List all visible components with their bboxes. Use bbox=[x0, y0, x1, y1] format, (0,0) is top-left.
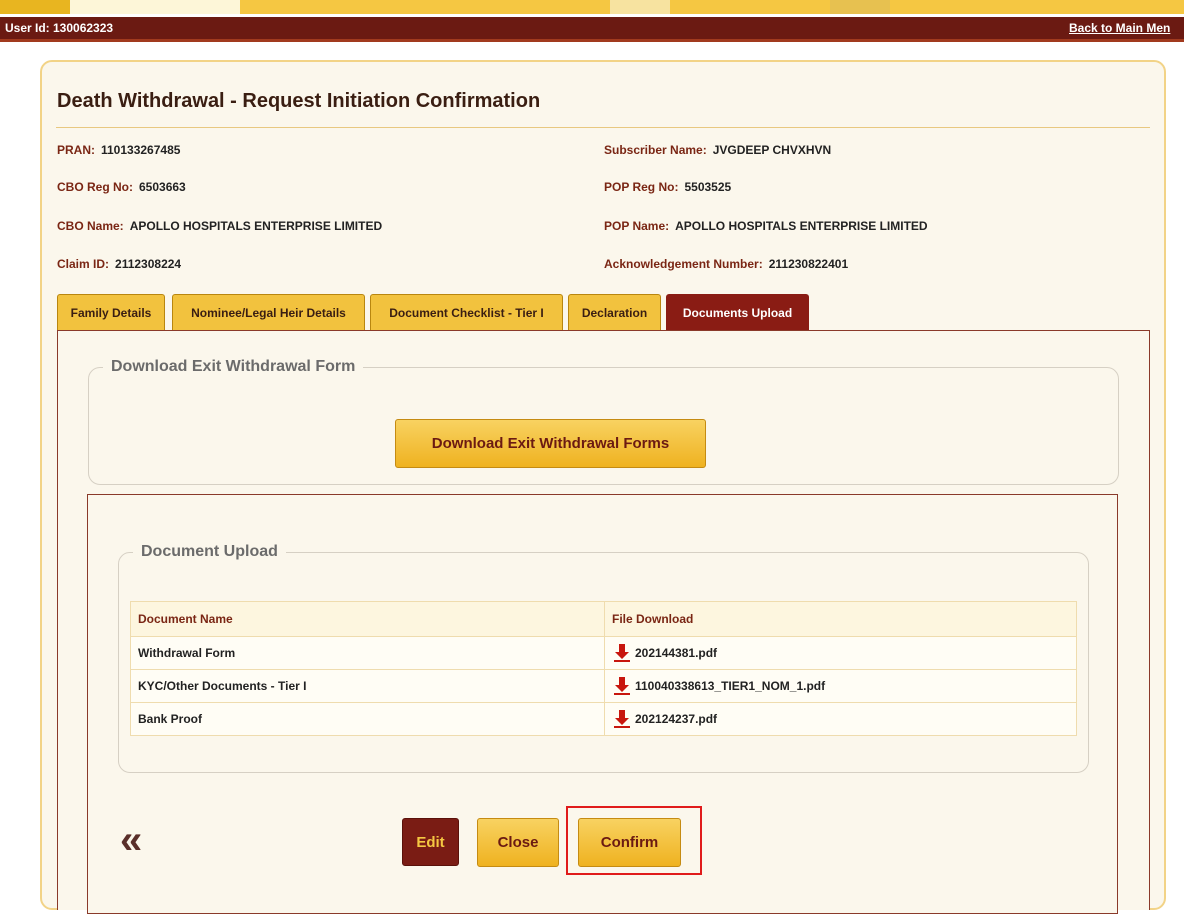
table-row: KYC/Other Documents - Tier I 11004033861… bbox=[130, 669, 1077, 703]
user-id-label: User Id: 130062323 bbox=[5, 21, 114, 35]
subscriber-name-field: Subscriber Name: JVGDEEP CHVXHVN bbox=[604, 143, 831, 157]
tab-family-details[interactable]: Family Details bbox=[57, 294, 165, 330]
cbo-reg-value: 6503663 bbox=[139, 180, 186, 194]
pop-name-value: APOLLO HOSPITALS ENTERPRISE LIMITED bbox=[675, 219, 928, 233]
file-download-cell: 202144381.pdf bbox=[604, 636, 1077, 670]
claim-id-field: Claim ID: 2112308224 bbox=[57, 257, 181, 271]
cbo-reg-label: CBO Reg No: bbox=[57, 180, 133, 194]
pop-reg-field: POP Reg No: 5503525 bbox=[604, 180, 731, 194]
file-download-cell: 110040338613_TIER1_NOM_1.pdf bbox=[604, 669, 1077, 703]
column-header-document-name: Document Name bbox=[130, 601, 605, 637]
document-upload-legend: Document Upload bbox=[141, 543, 278, 560]
pran-field: PRAN: 110133267485 bbox=[57, 143, 180, 157]
confirm-highlight-box bbox=[566, 806, 702, 875]
pop-name-field: POP Name: APOLLO HOSPITALS ENTERPRISE LIM… bbox=[604, 219, 928, 233]
pran-label: PRAN: bbox=[57, 143, 95, 157]
download-form-legend: Download Exit Withdrawal Form bbox=[111, 358, 356, 375]
pop-reg-value: 5503525 bbox=[684, 180, 732, 194]
table-row: Withdrawal Form 202144381.pdf bbox=[130, 636, 1077, 670]
user-bar: User Id: 130062323 Back to Main Men bbox=[0, 17, 1184, 39]
file-name: 202144381.pdf bbox=[635, 646, 718, 660]
file-name: 110040338613_TIER1_NOM_1.pdf bbox=[635, 679, 826, 693]
claim-id-value: 2112308224 bbox=[115, 257, 182, 271]
back-to-main-menu-link[interactable]: Back to Main Men bbox=[1069, 21, 1170, 35]
file-download-link[interactable]: 110040338613_TIER1_NOM_1.pdf bbox=[611, 676, 1069, 696]
column-header-file-download: File Download bbox=[604, 601, 1077, 637]
ack-number-label: Acknowledgement Number: bbox=[604, 257, 763, 271]
document-name-cell: Bank Proof bbox=[130, 702, 605, 736]
banner-segment bbox=[610, 0, 670, 14]
download-pdf-icon bbox=[614, 710, 630, 728]
document-name-cell: Withdrawal Form bbox=[130, 636, 605, 670]
tab-document-checklist-tier-i[interactable]: Document Checklist - Tier I bbox=[370, 294, 563, 330]
file-download-link[interactable]: 202144381.pdf bbox=[611, 643, 1069, 663]
ack-number-value: 211230822401 bbox=[768, 257, 849, 271]
divider bbox=[0, 39, 1184, 42]
banner-segment bbox=[0, 0, 70, 14]
top-banner-strip bbox=[0, 0, 1184, 14]
pop-reg-label: POP Reg No: bbox=[604, 180, 679, 194]
download-exit-withdrawal-forms-button[interactable]: Download Exit Withdrawal Forms bbox=[395, 419, 706, 468]
banner-segment bbox=[240, 0, 1184, 14]
download-pdf-icon bbox=[614, 677, 630, 695]
file-download-cell: 202124237.pdf bbox=[604, 702, 1077, 736]
document-table: Document Name File Download Withdrawal F… bbox=[130, 601, 1077, 736]
banner-segment bbox=[830, 0, 890, 14]
banner-segment bbox=[70, 0, 240, 14]
tab-declaration[interactable]: Declaration bbox=[568, 294, 661, 330]
pop-name-label: POP Name: bbox=[604, 219, 670, 233]
table-header-row: Document Name File Download bbox=[130, 601, 1077, 637]
edit-button[interactable]: Edit bbox=[402, 818, 459, 866]
cbo-name-field: CBO Name: APOLLO HOSPITALS ENTERPRISE LIM… bbox=[57, 219, 382, 233]
document-name-cell: KYC/Other Documents - Tier I bbox=[130, 669, 605, 703]
pran-value: 110133267485 bbox=[101, 143, 181, 157]
subscriber-name-label: Subscriber Name: bbox=[604, 143, 707, 157]
cbo-reg-field: CBO Reg No: 6503663 bbox=[57, 180, 186, 194]
cbo-name-label: CBO Name: bbox=[57, 219, 124, 233]
double-chevron-left-icon[interactable]: « bbox=[120, 820, 142, 860]
close-button[interactable]: Close bbox=[477, 818, 559, 867]
tab-nominee-legal-heir-details[interactable]: Nominee/Legal Heir Details bbox=[172, 294, 365, 330]
divider bbox=[56, 127, 1150, 128]
table-row: Bank Proof 202124237.pdf bbox=[130, 702, 1077, 736]
subscriber-name-value: JVGDEEP CHVXHVN bbox=[712, 143, 832, 157]
ack-number-field: Acknowledgement Number: 211230822401 bbox=[604, 257, 848, 271]
page-title: Death Withdrawal - Request Initiation Co… bbox=[57, 90, 541, 112]
tab-documents-upload[interactable]: Documents Upload bbox=[666, 294, 809, 330]
download-pdf-icon bbox=[614, 644, 630, 662]
file-download-link[interactable]: 202124237.pdf bbox=[611, 709, 1069, 729]
file-name: 202124237.pdf bbox=[635, 712, 718, 726]
claim-id-label: Claim ID: bbox=[57, 257, 110, 271]
cbo-name-value: APOLLO HOSPITALS ENTERPRISE LIMITED bbox=[129, 219, 383, 233]
